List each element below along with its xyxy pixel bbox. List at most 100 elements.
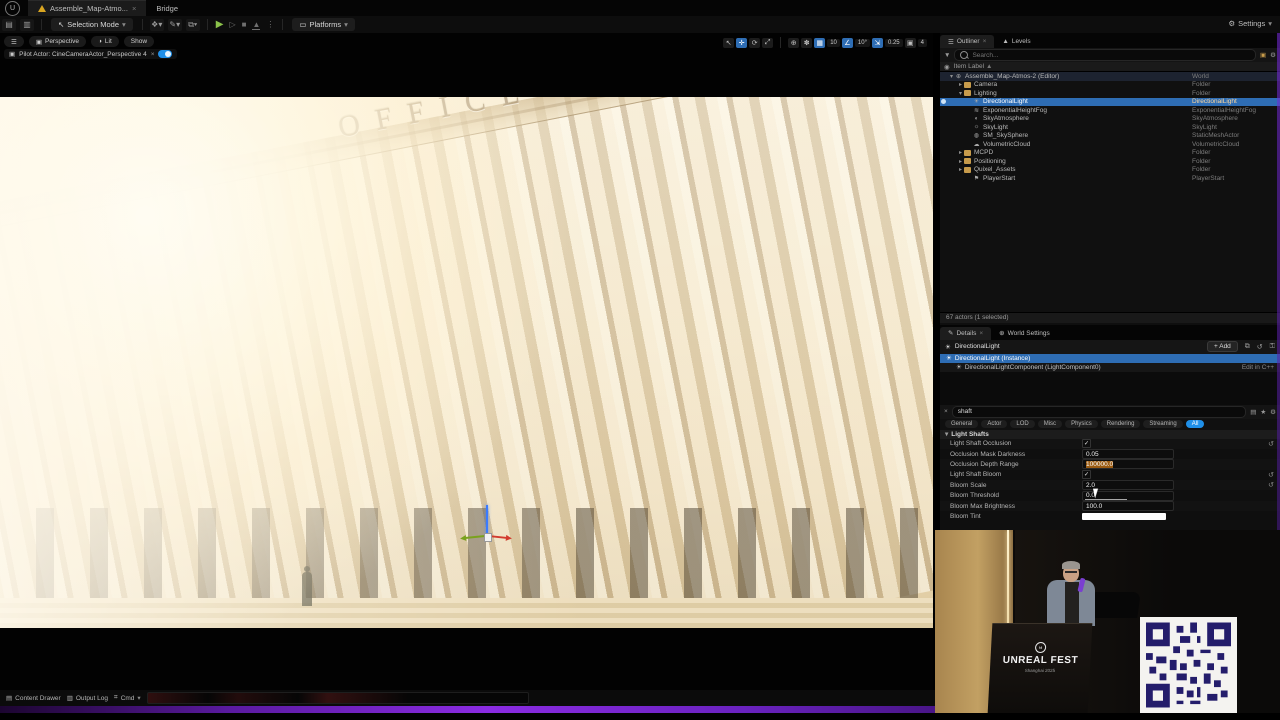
expander-arrow-icon[interactable]: ▸	[957, 158, 964, 165]
platforms-dropdown[interactable]: ▭ Platforms ▾	[292, 18, 355, 31]
level-tab[interactable]: Assemble_Map-Atmo... ×	[28, 0, 146, 17]
outliner-row[interactable]: ☁VolumetricCloudVolumetricCloud	[940, 140, 1280, 149]
reset-to-default-icon[interactable]: ↺	[1268, 471, 1274, 479]
viewport-options-icon[interactable]: ☰	[4, 36, 24, 47]
outliner-row[interactable]: ▸PositioningFolder	[940, 157, 1280, 166]
perspective-dropdown[interactable]: ▣ Perspective	[29, 36, 86, 47]
property-value-input[interactable]: 100.0	[1082, 501, 1174, 511]
outliner-row[interactable]: ◐SkyAtmosphereSkyAtmosphere	[940, 115, 1280, 124]
expander-arrow-icon[interactable]: ▾	[948, 73, 955, 80]
outliner-row[interactable]: ▸Quixel_AssetsFolder	[940, 166, 1280, 175]
console-command-box[interactable]	[147, 692, 529, 704]
close-icon[interactable]: ×	[132, 4, 136, 13]
camera-speed-icon[interactable]: ▣	[905, 38, 916, 48]
outliner-row[interactable]: ⚑PlayerStartPlayerStart	[940, 174, 1280, 183]
close-icon[interactable]: ×	[979, 330, 983, 337]
outliner-settings-icon[interactable]: ⚙	[1270, 51, 1276, 59]
filter-chip-all[interactable]: All	[1186, 420, 1205, 428]
filter-chip-lod[interactable]: LOD	[1010, 420, 1034, 428]
selection-mode-dropdown[interactable]: ↖ Selection Mode ▾	[51, 18, 133, 31]
display-options-icon[interactable]: ▤	[1250, 408, 1256, 416]
select-tool-icon[interactable]: ↖	[723, 38, 734, 48]
tab-levels[interactable]: ▲ Levels	[994, 35, 1038, 48]
scale-snap-icon[interactable]: ⇲	[872, 38, 883, 48]
create-folder-icon[interactable]: ▣	[1260, 51, 1266, 59]
cmd-dropdown[interactable]: ⌗ Cmd ▾	[114, 694, 141, 702]
tab-world-settings[interactable]: ⊕ World Settings	[991, 327, 1058, 340]
rendered-scene[interactable]: OFFICE · BUILDING	[0, 97, 933, 628]
add-content-icon[interactable]: ❖▾	[150, 19, 164, 31]
edit-in-cpp-link[interactable]: Edit in C++	[1242, 364, 1274, 371]
column-item-label[interactable]: Item Label	[954, 63, 984, 70]
content-drawer-button[interactable]: ▤ Content Drawer	[6, 694, 61, 702]
stop-button[interactable]: ■	[242, 20, 247, 29]
blueprints-icon[interactable]: ✎▾	[168, 19, 182, 31]
cinematic-preview-toggle[interactable]	[158, 50, 172, 58]
output-log-button[interactable]: ▥ Output Log	[67, 694, 108, 702]
console-input[interactable]	[152, 694, 524, 702]
browse-components-icon[interactable]: ⧉	[1245, 343, 1250, 351]
outliner-column-header[interactable]: ◉ Item Label ▲ Type	[940, 62, 1280, 72]
move-tool-icon[interactable]: ✛	[736, 38, 747, 48]
lit-dropdown[interactable]: ◑ Lit	[91, 36, 119, 47]
gizmo-center-handle[interactable]	[484, 533, 492, 542]
scale-snap-value[interactable]: 0.25	[885, 39, 903, 47]
filter-icon[interactable]: ▼	[944, 52, 950, 59]
reset-to-default-icon[interactable]: ↺	[1268, 481, 1274, 489]
lock-icon[interactable]: ⚿	[1270, 343, 1275, 351]
light-shafts-section-header[interactable]: ▾ Light Shafts	[940, 430, 1280, 439]
filter-chip-rendering[interactable]: Rendering	[1101, 420, 1141, 428]
reset-to-default-icon[interactable]: ↺	[1268, 440, 1274, 448]
filter-chip-physics[interactable]: Physics	[1065, 420, 1098, 428]
filter-chip-actor[interactable]: Actor	[981, 420, 1007, 428]
outliner-search-input[interactable]	[972, 52, 1250, 59]
filter-chip-misc[interactable]: Misc	[1038, 420, 1062, 428]
scale-tool-icon[interactable]: ⤢	[762, 38, 773, 48]
details-search-box[interactable]	[952, 406, 1246, 418]
frame-skip-button[interactable]: ▷	[229, 20, 235, 29]
favorites-icon[interactable]: ★	[1260, 408, 1266, 416]
eject-button[interactable]: ▲	[252, 20, 260, 30]
content-browser-icon[interactable]: ▥	[20, 19, 34, 31]
unreal-logo-icon[interactable]: U	[5, 1, 20, 16]
outliner-row[interactable]: ☼SkyLightSkyLight	[940, 123, 1280, 132]
grid-snap-value[interactable]: 10	[827, 39, 840, 47]
property-value-input[interactable]: 0.05	[1082, 449, 1174, 459]
grid-snap-icon[interactable]: ▦	[814, 38, 825, 48]
world-space-icon[interactable]: ⊕	[788, 38, 799, 48]
close-icon[interactable]: ×	[983, 38, 987, 45]
stop-piloting-icon[interactable]: ×	[151, 51, 155, 58]
visibility-eye-icon[interactable]	[941, 99, 946, 104]
outliner-row[interactable]: ▸CameraFolder	[940, 81, 1280, 90]
level-viewport[interactable]: ☰ ▣ Perspective ◑ Lit Show ↖ ✛ ⟳ ⤢ ⊕ ✽ ▦…	[0, 33, 933, 690]
details-search-input[interactable]	[958, 408, 1240, 415]
clear-search-icon[interactable]: ×	[944, 408, 948, 415]
expander-arrow-icon[interactable]: ▸	[957, 149, 964, 156]
outliner-row[interactable]: ▸MCPDFolder	[940, 149, 1280, 158]
history-icon[interactable]: ↺	[1257, 343, 1263, 351]
surface-snap-icon[interactable]: ✽	[801, 38, 812, 48]
settings-dropdown[interactable]: ⚙ Settings ▾	[1228, 19, 1272, 28]
cinematics-icon[interactable]: ⧉▾	[186, 19, 200, 31]
rotation-snap-value[interactable]: 10°	[855, 39, 870, 47]
component-row-lightcomponent[interactable]: ☀ DirectionalLightComponent (LightCompon…	[940, 363, 1280, 372]
details-settings-icon[interactable]: ⚙	[1270, 408, 1276, 416]
rotation-snap-icon[interactable]: ∠	[842, 38, 853, 48]
save-icon[interactable]: ▤	[2, 19, 16, 31]
rotate-tool-icon[interactable]: ⟳	[749, 38, 760, 48]
add-component-button[interactable]: + Add	[1207, 341, 1238, 352]
outliner-row[interactable]: ▾⊕Assemble_Map-Atmos-2 (Editor)World	[940, 72, 1280, 81]
tab-details[interactable]: ✎ Details ×	[940, 327, 991, 340]
outliner-row[interactable]: ◍SM_SkySphereStaticMeshActor	[940, 132, 1280, 141]
expander-arrow-icon[interactable]: ▸	[957, 166, 964, 173]
filter-chip-general[interactable]: General	[945, 420, 978, 428]
color-swatch[interactable]	[1082, 513, 1166, 520]
tab-outliner[interactable]: ☰ Outliner ×	[940, 35, 994, 48]
property-checkbox[interactable]: ✓	[1082, 439, 1091, 448]
expander-arrow-icon[interactable]: ▸	[957, 81, 964, 88]
play-button[interactable]: ▶	[216, 19, 224, 30]
outliner-row[interactable]: ≋ExponentialHeightFogExponentialHeightFo…	[940, 106, 1280, 115]
outliner-row[interactable]: ☀DirectionalLightDirectionalLight	[940, 98, 1280, 107]
show-dropdown[interactable]: Show	[124, 36, 154, 47]
component-row-instance[interactable]: ☀ DirectionalLight (Instance)	[940, 354, 1280, 363]
